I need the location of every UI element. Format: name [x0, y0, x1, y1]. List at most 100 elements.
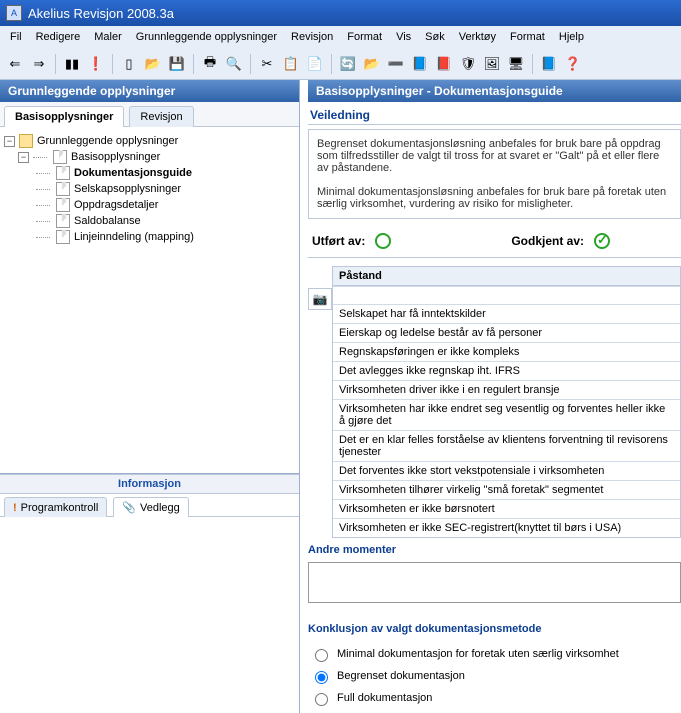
tree-connector	[33, 157, 47, 158]
godkjent-label: Godkjent av:	[511, 234, 584, 248]
tree-connector	[36, 173, 50, 174]
app-icon: A	[6, 5, 22, 21]
refresh-button[interactable]: 🔄	[337, 53, 359, 75]
tree-label: Oppdragsdetaljer	[74, 199, 158, 211]
book2-button[interactable]: 📕	[433, 53, 455, 75]
tree-label: Grunnleggende opplysninger	[37, 135, 178, 147]
page-icon	[56, 230, 70, 244]
page-icon	[56, 214, 70, 228]
alert-button[interactable]: ❗	[85, 53, 107, 75]
tab-basisopplysninger[interactable]: Basisopplysninger	[4, 106, 124, 127]
menu-item[interactable]: Revisjon	[285, 29, 339, 45]
tree: − Grunnleggende opplysninger − Basisoppl…	[0, 127, 299, 473]
right-header: Basisopplysninger - Dokumentasjonsguide	[308, 80, 681, 102]
radio-input[interactable]	[315, 693, 328, 706]
table-row[interactable]	[333, 286, 680, 304]
menu-item[interactable]: Format	[341, 29, 388, 45]
andre-momenter-input[interactable]	[308, 562, 681, 603]
radio-minimal[interactable]: Minimal dokumentasjon for foretak uten s…	[310, 643, 679, 665]
page-icon	[56, 198, 70, 212]
table-row[interactable]: Virksomheten driver ikke i en regulert b…	[333, 380, 680, 399]
page-icon	[56, 182, 70, 196]
screen-button[interactable]: 🖥	[505, 53, 527, 75]
separator	[55, 54, 56, 74]
print-button[interactable]: 🖶	[199, 53, 221, 75]
window-title: Akelius Revisjon 2008.3a	[28, 6, 174, 21]
tree-connector	[36, 221, 50, 222]
menu-item[interactable]: Maler	[88, 29, 128, 45]
tree-connector	[36, 237, 50, 238]
menu-item[interactable]: Format	[504, 29, 551, 45]
table-row[interactable]: Virksomheten har ikke endret seg vesentl…	[333, 399, 680, 430]
left-tabs: Basisopplysninger Revisjon	[0, 102, 299, 127]
utfort-status-icon[interactable]	[375, 233, 391, 249]
preview-button[interactable]: 🔍	[223, 53, 245, 75]
menu-item[interactable]: Redigere	[30, 29, 87, 45]
minus-button[interactable]: ➖	[385, 53, 407, 75]
tree-connector	[36, 189, 50, 190]
tree-item[interactable]: Linjeinndeling (mapping)	[36, 229, 295, 245]
help-text: Minimal dokumentasjonsløsning anbefales …	[317, 186, 672, 210]
help-book-button[interactable]: 📘	[538, 53, 560, 75]
radio-full[interactable]: Full dokumentasjon	[310, 687, 679, 709]
table-row[interactable]: Det avlegges ikke regnskap iht. IFRS	[333, 361, 680, 380]
utfort-label: Utført av:	[312, 234, 365, 248]
tab-revisjon[interactable]: Revisjon	[129, 106, 193, 127]
menubar: Fil Redigere Maler Grunnleggende opplysn…	[0, 26, 681, 48]
table-row[interactable]: Virksomheten tilhører virkelig "små fore…	[333, 480, 680, 499]
cut-button[interactable]: ✂	[256, 53, 278, 75]
radio-input[interactable]	[315, 649, 328, 662]
help-button[interactable]: ❓	[562, 53, 584, 75]
tree-item[interactable]: Selskapsopplysninger	[36, 181, 295, 197]
attachment-icon: 📎	[122, 501, 136, 514]
radio-begrenset[interactable]: Begrenset dokumentasjon	[310, 665, 679, 687]
menu-item[interactable]: Fil	[4, 29, 28, 45]
tab-label: Vedlegg	[140, 502, 180, 514]
table-row[interactable]: Selskapet har få inntektskilder	[333, 304, 680, 323]
info-tabs: ! Programkontroll 📎 Vedlegg	[0, 494, 299, 517]
radio-input[interactable]	[315, 671, 328, 684]
image-button[interactable]: 🖼	[481, 53, 503, 75]
menu-item[interactable]: Vis	[390, 29, 417, 45]
tree-label: Selskapsopplysninger	[74, 183, 181, 195]
table-row[interactable]: Virksomheten er ikke børsnotert	[333, 499, 680, 518]
collapse-icon[interactable]: −	[18, 152, 29, 163]
menu-item[interactable]: Hjelp	[553, 29, 590, 45]
tree-item[interactable]: Oppdragsdetaljer	[36, 197, 295, 213]
forward-button[interactable]: ⇒	[28, 53, 50, 75]
godkjent-status-icon[interactable]	[594, 233, 610, 249]
separator	[532, 54, 533, 74]
table-row[interactable]: Det forventes ikke stort vekstpotensiale…	[333, 461, 680, 480]
tree-item[interactable]: Saldobalanse	[36, 213, 295, 229]
window-titlebar: A Akelius Revisjon 2008.3a	[0, 0, 681, 26]
tree-root[interactable]: − Grunnleggende opplysninger	[4, 133, 295, 149]
folder-button[interactable]: 📂	[361, 53, 383, 75]
shield-button[interactable]: 🛡	[457, 53, 479, 75]
tree-child[interactable]: − Basisopplysninger	[18, 149, 295, 165]
new-button[interactable]: ▯	[118, 53, 140, 75]
table-row[interactable]: Virksomheten er ikke SEC-registrert(knyt…	[333, 518, 680, 537]
tree-item[interactable]: Dokumentasjonsguide	[36, 165, 295, 181]
radio-label: Full dokumentasjon	[337, 692, 432, 704]
tab-programkontroll[interactable]: ! Programkontroll	[4, 497, 107, 517]
paste-button[interactable]: 📄	[304, 53, 326, 75]
table-row[interactable]: Eierskap og ledelse består av få persone…	[333, 323, 680, 342]
menu-item[interactable]: Søk	[419, 29, 451, 45]
toolbar: ⇐ ⇒ ▮▮ ❗ ▯ 📂 💾 🖶 🔍 ✂ 📋 📄 🔄 📂 ➖ 📘 📕 🛡 🖼 🖥…	[0, 48, 681, 80]
table-row[interactable]: Regnskapsføringen er ikke kompleks	[333, 342, 680, 361]
table-row[interactable]: Det er en klar felles forståelse av klie…	[333, 430, 680, 461]
menu-item[interactable]: Grunnleggende opplysninger	[130, 29, 283, 45]
book1-button[interactable]: 📘	[409, 53, 431, 75]
menu-item[interactable]: Verktøy	[453, 29, 502, 45]
tree-label: Basisopplysninger	[71, 151, 160, 163]
collapse-icon[interactable]: −	[4, 136, 15, 147]
open-button[interactable]: 📂	[142, 53, 164, 75]
save-button[interactable]: 💾	[166, 53, 188, 75]
tree-label: Linjeinndeling (mapping)	[74, 231, 194, 243]
separator	[193, 54, 194, 74]
columns-button[interactable]: ▮▮	[61, 53, 83, 75]
table-corner-icon[interactable]: 📷	[308, 288, 332, 310]
tab-vedlegg[interactable]: 📎 Vedlegg	[113, 497, 188, 517]
copy-button[interactable]: 📋	[280, 53, 302, 75]
back-button[interactable]: ⇐	[4, 53, 26, 75]
